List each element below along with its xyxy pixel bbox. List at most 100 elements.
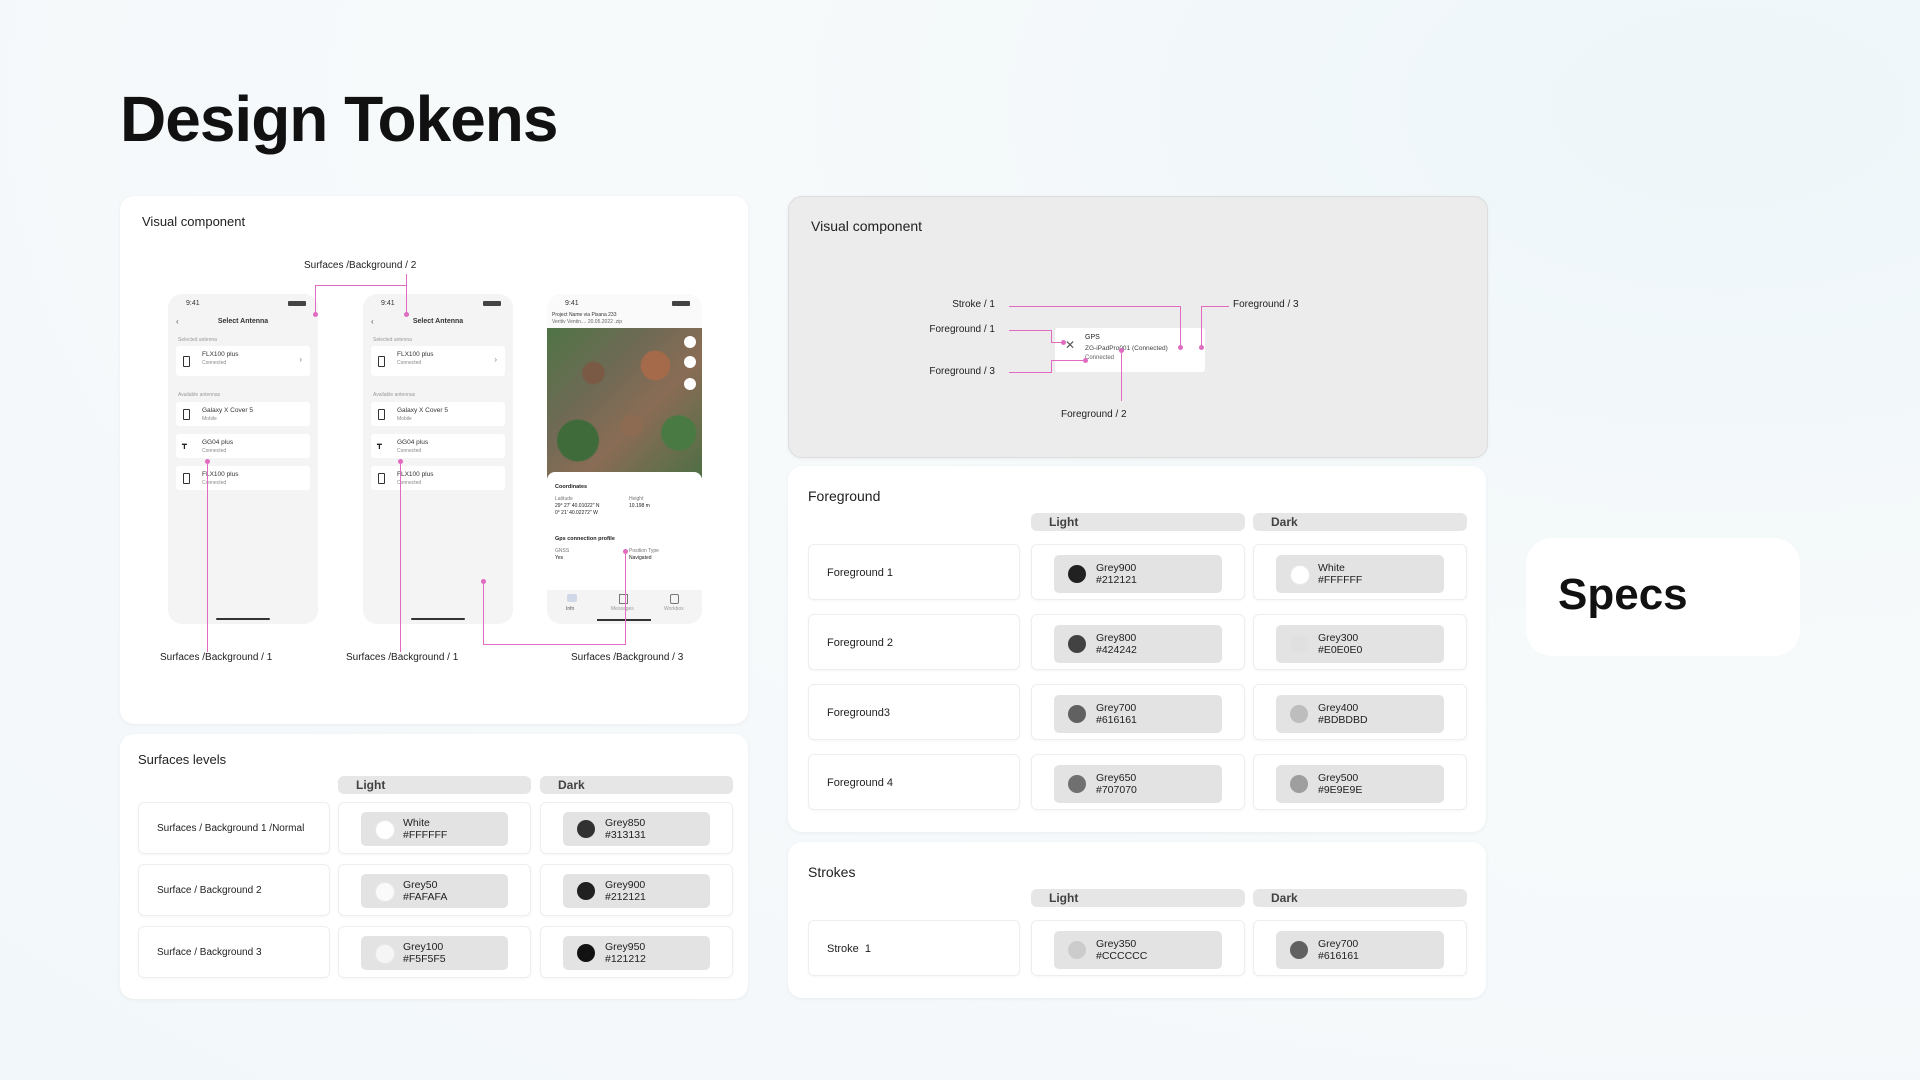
satellite-map[interactable]: [547, 328, 702, 478]
item-sub: Connected: [397, 360, 422, 366]
annotation-dot: [1083, 358, 1088, 363]
annotation-label: Surfaces /Background / 3: [571, 652, 684, 663]
list-item[interactable]: Galaxy X Cover 5 Mobile: [176, 402, 310, 426]
column-header-light: Light: [1031, 889, 1245, 907]
swatch-cell-dark: Grey900 #212121: [540, 864, 733, 916]
card-title: Visual component: [811, 218, 923, 234]
column-header-dark: Dark: [540, 776, 733, 794]
swatch-name: Grey50: [403, 879, 438, 891]
annotation-dot: [1061, 340, 1066, 345]
specs-badge: Specs: [1526, 538, 1800, 656]
swatch-name: Grey650: [1096, 772, 1137, 784]
token-label: Stroke 1: [808, 920, 1020, 976]
swatch-cell-dark: Grey950 #121212: [540, 926, 733, 978]
annotation-line: [1009, 372, 1051, 373]
annotation-line: [1009, 306, 1180, 307]
layers-icon[interactable]: [684, 336, 696, 348]
annotation-dot: [1199, 345, 1204, 350]
section-title: Surfaces levels: [138, 752, 227, 767]
status-icons: [288, 301, 306, 306]
swatch-name: Grey950: [605, 941, 646, 953]
item-name: FLX100 plus: [397, 471, 434, 478]
home-indicator: [597, 619, 651, 621]
device-icon: [183, 356, 190, 367]
swatch-chip: Grey50 #FAFAFA: [361, 874, 508, 908]
longitude-value: 0° 21' 40.02272" W: [555, 510, 598, 516]
swatch-name: Grey900: [1096, 562, 1137, 574]
annotation-line: [1180, 306, 1181, 346]
swatch-cell-dark: Grey300 #E0E0E0: [1253, 614, 1467, 670]
sample-title: GPS: [1085, 334, 1100, 341]
compass-icon[interactable]: [684, 378, 696, 390]
tab-info[interactable]: Info: [566, 606, 574, 612]
list-item[interactable]: FLX100 plus Connected: [371, 466, 505, 490]
messages-tab-icon[interactable]: [619, 594, 628, 604]
list-item[interactable]: FLX100 plus Connected ›: [176, 346, 310, 376]
section-label: Available antennas: [178, 392, 221, 398]
list-item[interactable]: Galaxy X Cover 5 Mobile: [371, 402, 505, 426]
column-header-light: Light: [338, 776, 531, 794]
annotation-line: [1201, 306, 1202, 346]
swatch-name: Grey500: [1318, 772, 1359, 784]
swatch-name: White: [403, 817, 430, 829]
project-name: Project Name via Pisana 233: [552, 312, 617, 318]
swatch-chip: Grey650 #707070: [1054, 765, 1222, 803]
swatch-chip: Grey400 #BDBDBD: [1276, 695, 1444, 733]
annotation-line: [315, 285, 316, 313]
swatch-hex: #121212: [605, 953, 646, 965]
section-label: Selected antenna: [178, 337, 217, 343]
list-item[interactable]: FLX100 plus Connected: [176, 466, 310, 490]
sample-device: ZG-iPadPro001 (Connected): [1085, 345, 1168, 352]
right-visual-card: Visual component ✕ GPS ZG-iPadPro001 (Co…: [788, 196, 1488, 458]
list-item[interactable]: FLX100 plus Connected ›: [371, 346, 505, 376]
swatch-hex: #616161: [1318, 950, 1359, 962]
position-label: Position Type: [629, 548, 659, 554]
coords-title: Coordinates: [555, 484, 588, 490]
color-swatch: [375, 882, 395, 902]
item-sub: Connected: [202, 360, 227, 366]
swatch-name: Grey700: [1096, 702, 1137, 714]
info-tab-icon[interactable]: [567, 594, 577, 602]
annotation-line: [1201, 306, 1229, 307]
item-sub: Connected: [202, 480, 227, 486]
item-name: Galaxy X Cover 5: [397, 407, 448, 414]
status-icons: [672, 301, 690, 306]
swatch-chip: White #FFFFFF: [361, 812, 508, 846]
gps-title: Gps connection profile: [555, 536, 615, 542]
phone-mock-select-antenna: 9:41 ‹ Select Antenna Selected antenna F…: [168, 294, 318, 624]
swatch-hex: #707070: [1096, 784, 1137, 796]
color-swatch: [1290, 635, 1308, 653]
phone-icon: [183, 409, 190, 420]
swatch-chip: Grey300 #E0E0E0: [1276, 625, 1444, 663]
swatch-name: Grey350: [1096, 938, 1137, 950]
annotation-line: [625, 552, 626, 645]
annotation-line: [315, 285, 406, 286]
phone-icon: [378, 409, 385, 420]
swatch-hex: #212121: [605, 891, 646, 903]
gnss-value: Yes: [555, 555, 564, 561]
color-swatch: [1068, 705, 1086, 723]
annotation-line: [483, 582, 484, 644]
home-indicator: [216, 618, 270, 620]
project-sub: Veritiv Ventin.... 20.05.2022 .zip: [552, 319, 623, 325]
tab-messages[interactable]: Messages: [611, 606, 634, 612]
device-icon: [378, 473, 385, 484]
status-time: 9:41: [565, 300, 579, 307]
section-title: Foreground: [808, 488, 881, 504]
list-item[interactable]: ┳ GG04 plus Connected: [176, 434, 310, 458]
swatch-chip: Grey900 #212121: [1054, 555, 1222, 593]
tab-workbox[interactable]: Workbox: [664, 606, 684, 612]
page-title: Design Tokens: [120, 83, 558, 155]
item-sub: Connected: [397, 448, 422, 454]
swatch-chip: Grey700 #616161: [1276, 931, 1444, 969]
annotation-label: Surfaces /Background / 1: [346, 652, 459, 663]
locate-icon[interactable]: [684, 356, 696, 368]
status-time: 9:41: [381, 300, 395, 307]
left-visual-card: Visual component 9:41 ‹ Select Antenna S…: [120, 196, 748, 724]
swatch-cell-light: Grey100 #F5F5F5: [338, 926, 531, 978]
list-item[interactable]: ┳ GG04 plus Connected: [371, 434, 505, 458]
workbox-tab-icon[interactable]: [670, 594, 679, 604]
item-sub: Mobile: [202, 416, 217, 422]
annotation-dot: [313, 312, 318, 317]
swatch-chip: Grey900 #212121: [563, 874, 710, 908]
